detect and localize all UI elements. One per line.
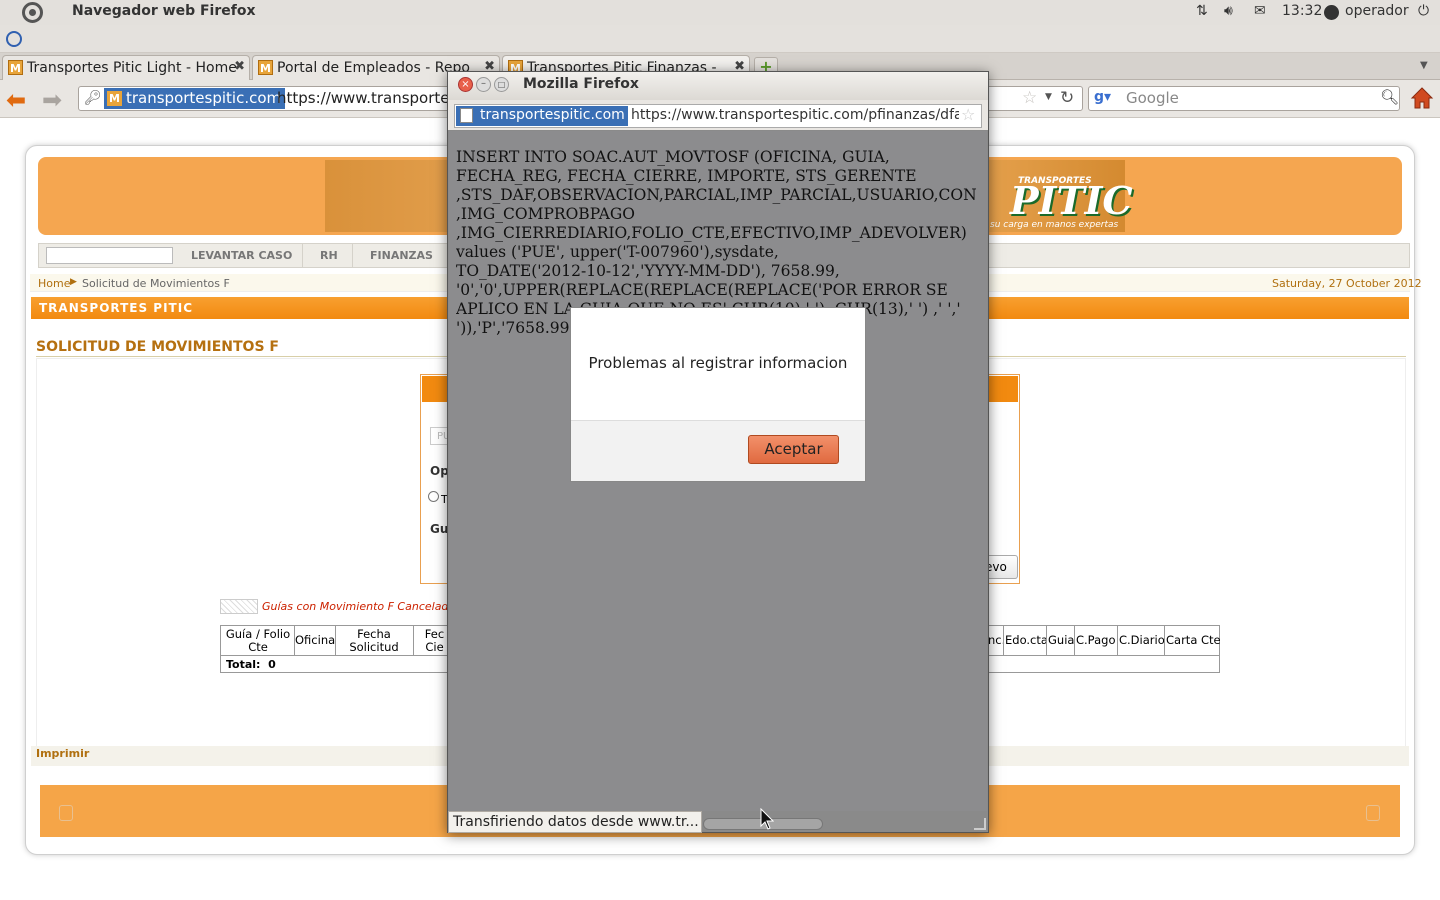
menu-search-input[interactable] [46, 247, 173, 264]
company-title: TRANSPORTES PITIC [39, 301, 194, 315]
col-edo-cta: Edo.cta [1005, 633, 1048, 647]
option-radio[interactable] [428, 491, 439, 502]
home-icon[interactable] [1410, 86, 1434, 110]
power-icon[interactable]: ⏻ [1418, 3, 1429, 19]
col-c-diario: C.Diario [1119, 633, 1165, 647]
bookmark-star-icon[interactable]: ☆ [1022, 88, 1037, 108]
col-carta-cte: Carta Cte [1166, 633, 1221, 647]
option-label: Op [430, 464, 449, 478]
col-divider [1003, 626, 1004, 656]
legend-swatch [220, 599, 258, 614]
popup-site-identity[interactable]: transportespitic.com [456, 106, 628, 126]
menu-divider [302, 244, 303, 267]
breadcrumb-arrow-icon: ▶ [70, 277, 77, 287]
tab-label: Portal de Empleados - Repo [277, 60, 470, 76]
col-c-pago: C.Pago [1076, 633, 1116, 647]
user-name[interactable]: operador [1345, 3, 1409, 19]
guia-label: Gu [430, 522, 449, 536]
site-identity-button[interactable]: M transportespitic.com [104, 88, 286, 109]
reload-icon[interactable]: ↻ [1060, 88, 1074, 108]
page-title: SOLICITUD DE MOVIMIENTOS F [36, 339, 279, 355]
col-divider [413, 626, 414, 656]
breadcrumb-current: Solicitud de Movimientos F [82, 277, 230, 290]
window-title: Navegador web Firefox [72, 3, 256, 19]
tab-label: Transportes Pitic Light - Home [27, 60, 237, 76]
col-divider [1117, 626, 1118, 656]
url-dropdown-icon[interactable]: ▼ [1045, 92, 1052, 102]
legend-label: Guías con Movimiento F Canceladas [262, 600, 461, 613]
popup-site-label: transportespitic.com [480, 107, 625, 123]
col-divider [1164, 626, 1165, 656]
close-icon[interactable]: ✖ [234, 59, 245, 74]
col-divider [335, 626, 336, 656]
col-guia: Guia [1048, 633, 1075, 647]
mail-icon[interactable]: ✉ [1254, 3, 1266, 19]
search-input[interactable]: Google [1126, 89, 1179, 107]
logo: PITIC [1010, 178, 1133, 223]
menu-rh[interactable]: RH [320, 249, 338, 262]
url-text[interactable]: https://www.transportes [277, 89, 457, 107]
bookmark-star-icon[interactable]: ☆ [961, 105, 975, 124]
network-icon[interactable]: ⇅ [1196, 3, 1208, 19]
ubuntu-logo-icon[interactable] [22, 2, 43, 23]
menu-levantar-caso[interactable]: LEVANTAR CASO [191, 249, 292, 262]
popup-url-text[interactable]: https://www.transportespitic.com/pfinanz… [631, 107, 959, 123]
current-date: Saturday, 27 October 2012 [1272, 277, 1422, 290]
favicon-icon: M [258, 60, 273, 75]
alert-message: Problemas al registrar informacion [588, 354, 848, 372]
favicon-icon: M [107, 91, 122, 106]
total-value: 0 [268, 658, 276, 671]
print-link[interactable]: Imprimir [36, 747, 89, 760]
tab-list-icon[interactable]: ▼ [1420, 60, 1428, 71]
mouse-cursor-icon [760, 808, 774, 830]
col-fecha-cierre: Fec Cie [424, 627, 445, 654]
volume-icon[interactable]: 🔊︎ [1224, 3, 1233, 19]
site-identity-label: transportespitic.com [126, 89, 282, 107]
tab-pitic-light[interactable]: M Transportes Pitic Light - Home ✖ [2, 55, 250, 80]
top-panel: Navegador web Firefox ⇅ 🔊︎ ✉ 13:32 opera… [0, 0, 1440, 25]
scroll-top-icon[interactable] [59, 805, 73, 821]
resize-grip-icon[interactable] [974, 818, 986, 830]
favicon-icon: M [8, 60, 23, 75]
back-arrow-icon[interactable]: ⬅ [6, 86, 26, 114]
breadcrumb-home[interactable]: Home [38, 277, 70, 290]
ok-button[interactable]: Aceptar [748, 435, 839, 464]
user-status-icon [1324, 5, 1339, 20]
logo-slogan: su carga en manos expertas [990, 220, 1119, 230]
col-divider [1046, 626, 1047, 656]
history-icon[interactable] [6, 31, 22, 47]
forward-arrow-icon[interactable]: ➡ [42, 86, 62, 114]
status-bar: Transfiriendo datos desde www.tr... [448, 811, 702, 833]
page-icon [460, 108, 473, 123]
scroll-top-icon[interactable] [1366, 805, 1380, 821]
col-fecha-solicitud: Fecha Solicitud [349, 627, 399, 654]
maximize-icon[interactable]: □ [494, 77, 509, 92]
total-label: Total: [226, 658, 261, 671]
close-icon[interactable]: × [458, 77, 473, 92]
menu-divider [352, 244, 353, 267]
col-oficina: Oficina [295, 633, 336, 647]
col-guia-folio: Guía / Folio Cte [225, 627, 291, 654]
table-total: Total: 0 [226, 658, 276, 671]
extra-toolbar [0, 25, 1440, 53]
menu-finanzas[interactable]: FINANZAS [370, 249, 433, 262]
search-icon[interactable]: 🔍︎ [1380, 88, 1399, 106]
minimize-icon[interactable]: – [476, 77, 491, 92]
clock[interactable]: 13:32 [1282, 3, 1322, 19]
col-divider [1074, 626, 1075, 656]
google-engine-icon[interactable]: g▾ [1094, 89, 1111, 105]
key-icon: 🔑︎ [84, 90, 102, 106]
popup-title: Mozilla Firefox [523, 76, 639, 92]
